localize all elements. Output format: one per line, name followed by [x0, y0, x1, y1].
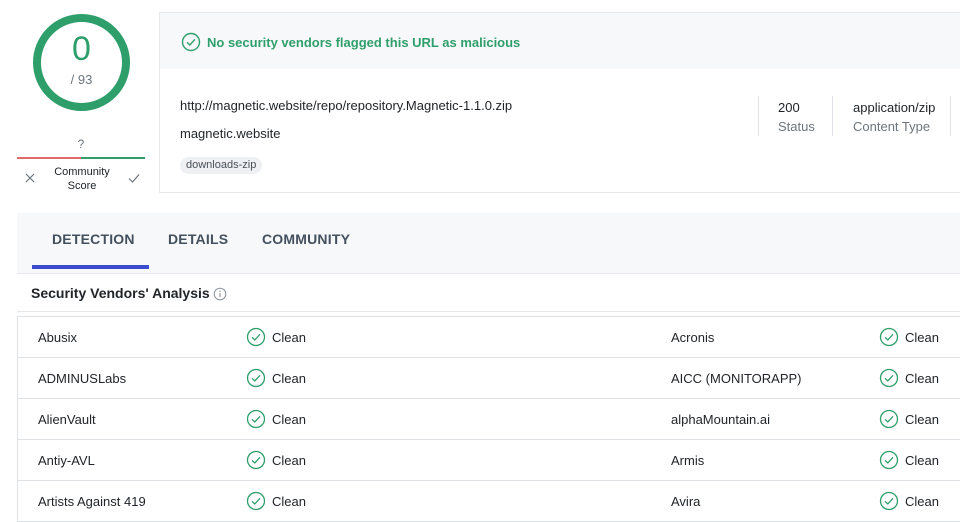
tab-details[interactable]: DETAILS — [168, 231, 228, 247]
vendor-name: Armis — [671, 453, 705, 468]
tab-detection[interactable]: DETECTION — [52, 231, 135, 247]
divider — [17, 311, 960, 312]
vendor-result-label: Clean — [905, 371, 939, 386]
vote-malicious-button[interactable] — [22, 170, 38, 186]
vendor-result-label: Clean — [272, 371, 306, 386]
check-circle-icon — [879, 368, 899, 388]
check-circle-icon — [181, 32, 201, 52]
tab-community[interactable]: COMMUNITY — [262, 231, 350, 247]
vendor-result-label: Clean — [272, 453, 306, 468]
content-type-label: Content Type — [853, 119, 931, 134]
check-circle-icon — [246, 450, 266, 470]
vendor-name: Artists Against 419 — [38, 494, 146, 509]
info-circle-icon[interactable] — [213, 287, 227, 301]
divider — [832, 96, 833, 136]
vendor-result-label: Clean — [905, 412, 939, 427]
vendor-result-label: Clean — [905, 453, 939, 468]
check-circle-icon — [879, 327, 899, 347]
table-row: AlienVault Clean alphaMountain.ai Clean — [18, 399, 960, 440]
vendor-result-label: Clean — [905, 330, 939, 345]
check-circle-icon — [879, 450, 899, 470]
check-circle-icon — [879, 491, 899, 511]
community-score-label: Community Score — [54, 166, 110, 192]
vendor-total: / 93 — [70, 72, 93, 87]
check-circle-icon — [246, 491, 266, 511]
community-score-value: ? — [77, 137, 85, 151]
tab-bar — [17, 213, 960, 274]
community-score-bar-negative — [17, 157, 81, 159]
content-type-value: application/zip — [853, 100, 936, 115]
scanned-url: http://magnetic.website/repo/repository.… — [180, 98, 513, 113]
check-circle-icon — [246, 409, 266, 429]
divider — [758, 96, 759, 136]
vendor-name: Acronis — [671, 330, 715, 345]
vendor-results-table: Abusix Clean Acronis Clean ADMINUSLabs Clean A… — [17, 316, 960, 522]
vendor-result-label: Clean — [905, 494, 939, 509]
table-row: Abusix Clean Acronis Clean — [18, 317, 960, 358]
divider — [950, 96, 951, 136]
close-icon — [25, 173, 35, 183]
check-circle-icon — [246, 327, 266, 347]
http-status-label: Status — [778, 119, 815, 134]
http-status-value: 200 — [778, 100, 800, 115]
vote-harmless-button[interactable] — [126, 170, 142, 186]
vendor-name: Antiy-AVL — [38, 453, 95, 468]
detection-count: 0 — [72, 30, 91, 68]
vendor-name: AlienVault — [38, 412, 96, 427]
check-icon — [128, 174, 140, 183]
check-circle-icon — [246, 368, 266, 388]
url-domain[interactable]: magnetic.website — [180, 126, 280, 141]
vendor-name: Avira — [671, 494, 701, 509]
vendor-result-label: Clean — [272, 330, 306, 345]
check-circle-icon — [879, 409, 899, 429]
verdict-text: No security vendors flagged this URL as … — [207, 35, 521, 50]
vendor-result-label: Clean — [272, 494, 306, 509]
active-tab-indicator — [32, 265, 149, 269]
vendor-name: alphaMountain.ai — [671, 412, 771, 427]
vendor-name: AICC (MONITORAPP) — [671, 371, 802, 386]
vendor-name: Abusix — [38, 330, 78, 345]
table-row: Artists Against 419 Clean Avira Clean — [18, 481, 960, 522]
url-tag[interactable]: downloads-zip — [180, 157, 263, 174]
vendor-result-label: Clean — [272, 412, 306, 427]
vendor-name: ADMINUSLabs — [38, 371, 127, 386]
section-title: Security Vendors' Analysis — [31, 285, 210, 301]
table-row: ADMINUSLabs Clean AICC (MONITORAPP) Clean — [18, 358, 960, 399]
table-row: Antiy-AVL Clean Armis Clean — [18, 440, 960, 481]
community-score-bar-positive — [81, 157, 145, 159]
